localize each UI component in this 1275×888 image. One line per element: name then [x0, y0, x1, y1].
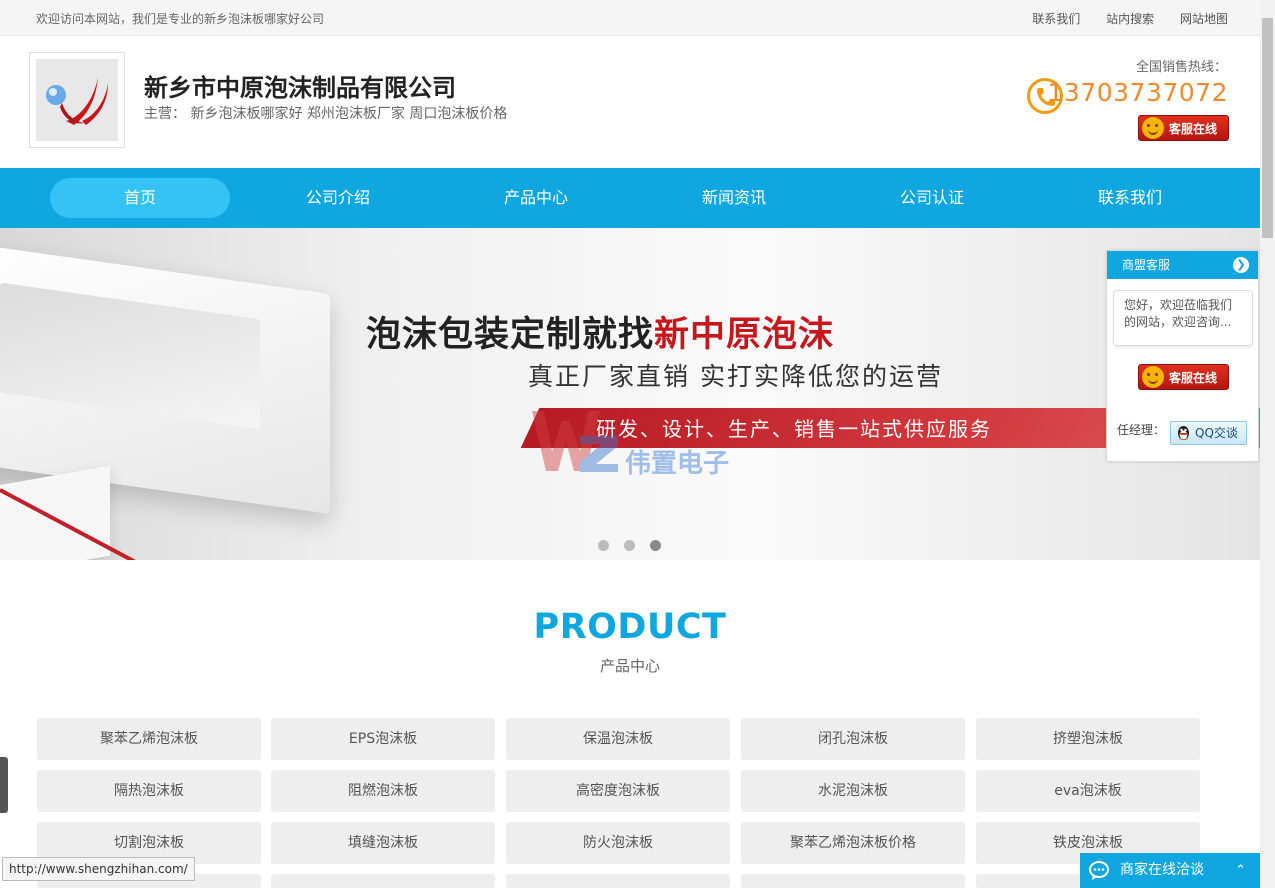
scrollbar-thumb[interactable]	[1262, 18, 1273, 238]
customer-service-button[interactable]: 客服在线	[1138, 115, 1229, 141]
page-scrollbar[interactable]	[1260, 0, 1275, 888]
category-item[interactable]: 保温泡沫板	[506, 718, 730, 760]
category-item[interactable]: 闭孔泡沫板	[741, 718, 965, 760]
smiley-icon	[1142, 366, 1164, 388]
category-item[interactable]: 填缝泡沫板	[271, 822, 495, 864]
nav-contact[interactable]: 联系我们	[1040, 178, 1220, 218]
foam-lid-image	[0, 465, 110, 560]
top-links: 联系我们 站内搜索 网站地图	[1010, 10, 1228, 27]
category-item[interactable]: 聚苯乙烯泡沫板	[37, 718, 261, 760]
main-nav: 首页 公司介绍 产品中心 新闻资讯 公司认证 联系我们	[0, 168, 1260, 228]
nav-home[interactable]: 首页	[50, 178, 230, 218]
top-bar: 欢迎访问本网站，我们是专业的新乡泡沫板哪家好公司 联系我们 站内搜索 网站地图	[0, 0, 1260, 36]
banner-headline: 泡沫包装定制就找新中原泡沫	[366, 315, 835, 355]
chevron-up-icon[interactable]: ⌃	[1235, 853, 1246, 888]
category-item[interactable]: eva泡沫板	[976, 770, 1200, 812]
service-greeting: 您好，欢迎莅临我们的网站，欢迎咨询...	[1113, 290, 1253, 346]
main-business: 主营： 新乡泡沫板哪家好 郑州泡沫板厂家 周口泡沫板价格	[144, 106, 508, 122]
nav-certification[interactable]: 公司认证	[842, 178, 1022, 218]
category-item[interactable]: 防火泡沫板	[506, 822, 730, 864]
chevron-right-icon[interactable]: ❯	[1233, 257, 1249, 273]
panel-customer-service-label: 客服在线	[1169, 370, 1218, 385]
side-toggle-tab[interactable]	[0, 757, 8, 813]
banner-redbar-text: 研发、设计、生产、销售一站式供应服务	[596, 417, 992, 441]
service-float-panel: 商盟客服 ❯ 您好，欢迎莅临我们的网站，欢迎咨询... 客服在线 任经理： QQ…	[1106, 250, 1259, 462]
nav-about[interactable]: 公司介绍	[248, 178, 428, 218]
product-section-subtitle: 产品中心	[599, 657, 660, 675]
online-chat-label: 商家在线洽谈	[1120, 862, 1204, 878]
slider-dot-3[interactable]	[650, 540, 661, 551]
online-chat-bar[interactable]: 商家在线洽谈 ⌃	[1080, 853, 1260, 888]
phone-number[interactable]: 13703737072	[1048, 78, 1228, 107]
foam-box-image	[0, 241, 330, 515]
category-item[interactable]: 阻燃泡沫板	[271, 770, 495, 812]
site-header: 新乡市中原泡沫制品有限公司 主营： 新乡泡沫板哪家好 郑州泡沫板厂家 周口泡沫板…	[0, 36, 1260, 168]
watermark-text: 伟置电子	[625, 449, 730, 479]
category-item[interactable]: EPS泡沫板	[271, 718, 495, 760]
panel-customer-service-button[interactable]: 客服在线	[1138, 364, 1229, 390]
watermark-logo-icon	[532, 411, 618, 472]
nav-news[interactable]: 新闻资讯	[644, 178, 824, 218]
top-link-search[interactable]: 站内搜索	[1106, 12, 1154, 26]
category-item[interactable]: 水泥泡沫板	[741, 770, 965, 812]
product-section-title: PRODUCT	[533, 607, 727, 647]
company-logo[interactable]	[29, 52, 125, 148]
slider-dot-2[interactable]	[624, 540, 635, 551]
welcome-text: 欢迎访问本网站，我们是专业的新乡泡沫板哪家好公司	[36, 12, 325, 26]
smiley-icon	[1142, 117, 1164, 139]
service-panel-header: 商盟客服 ❯	[1107, 251, 1258, 279]
category-item[interactable]: 挤塑泡沫板	[976, 718, 1200, 760]
slider-dots	[598, 540, 676, 551]
qq-penguin-icon	[1178, 426, 1189, 440]
hotline-label: 全国销售热线：	[1135, 60, 1227, 75]
top-link-contact[interactable]: 联系我们	[1032, 12, 1080, 26]
logo-image	[36, 59, 118, 141]
status-bar-url: http://www.shengzhihan.com/	[2, 857, 195, 881]
qq-chat-button[interactable]: QQ交谈	[1170, 421, 1247, 445]
nav-products[interactable]: 产品中心	[446, 178, 626, 218]
service-panel-title: 商盟客服	[1122, 258, 1171, 272]
top-link-sitemap[interactable]: 网站地图	[1180, 12, 1228, 26]
category-item[interactable]: 高密度泡沫板	[506, 770, 730, 812]
category-item-partial[interactable]	[741, 874, 965, 888]
banner-subline: 真正厂家直销 实打实降低您的运营	[528, 362, 943, 391]
manager-label: 任经理：	[1117, 423, 1166, 437]
category-item[interactable]: 聚苯乙烯泡沫板价格	[741, 822, 965, 864]
hero-banner[interactable]: 泡沫包装定制就找新中原泡沫 真正厂家直销 实打实降低您的运营 研发、设计、生产、…	[0, 228, 1260, 560]
qq-chat-label: QQ交谈	[1195, 426, 1238, 440]
slider-dot-1[interactable]	[598, 540, 609, 551]
category-item[interactable]: 隔热泡沫板	[37, 770, 261, 812]
chat-bubble-icon	[1089, 861, 1109, 880]
category-item-partial[interactable]	[506, 874, 730, 888]
company-name: 新乡市中原泡沫制品有限公司	[144, 74, 456, 102]
category-item-partial[interactable]	[271, 874, 495, 888]
customer-service-label: 客服在线	[1169, 121, 1218, 136]
